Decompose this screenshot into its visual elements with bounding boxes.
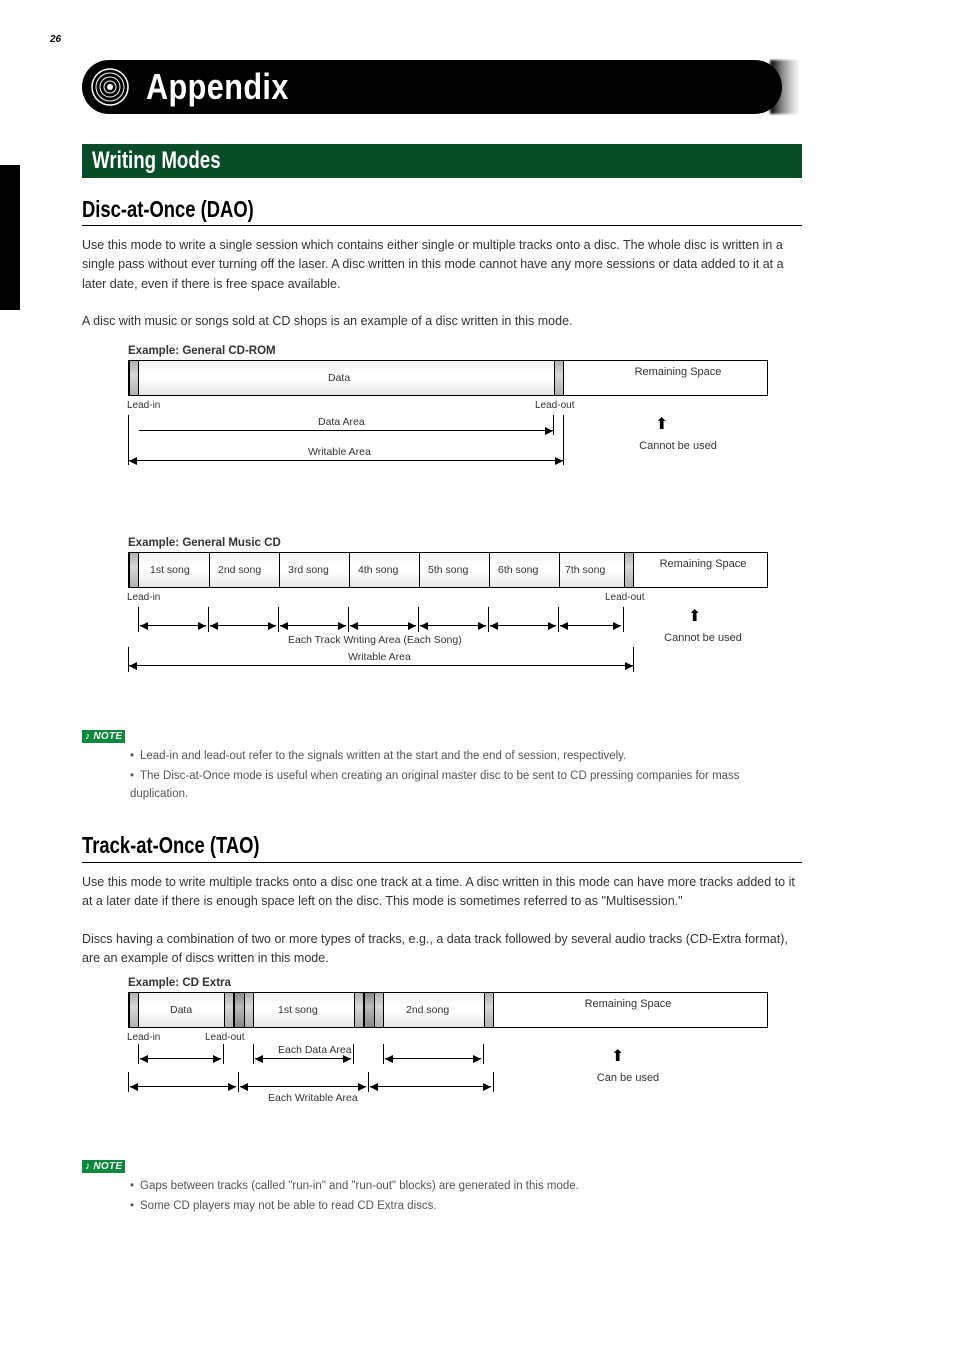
side-tab bbox=[0, 165, 20, 310]
tao-note: NOTE bbox=[82, 1160, 802, 1173]
tao-para1: Use this mode to write multiple tracks o… bbox=[82, 873, 802, 912]
heading-dao: Disc-at-Once (DAO) bbox=[82, 196, 254, 223]
dao-para2: A disc with music or songs sold at CD sh… bbox=[82, 312, 802, 331]
up-arrow-icon: ⬆ bbox=[655, 414, 668, 434]
tao-note-items: •Gaps between tracks (called "run-in" an… bbox=[130, 1178, 800, 1218]
note-badge: NOTE bbox=[82, 1160, 125, 1173]
underline bbox=[82, 862, 802, 863]
header-title: Appendix bbox=[146, 66, 289, 108]
page-number: 26 bbox=[50, 34, 61, 45]
heading-tao: Track-at-Once (TAO) bbox=[82, 832, 260, 859]
tao-d-title: Example: CD Extra bbox=[128, 977, 231, 989]
disc-icon bbox=[90, 67, 130, 107]
tao-para2: Discs having a combination of two or mor… bbox=[82, 930, 802, 969]
dao-para1: Use this mode to write a single session … bbox=[82, 236, 802, 294]
section-writing-modes: Writing Modes bbox=[82, 144, 802, 178]
dao-diagram-1: Data Lead-in Lead-out Remaining Space ⬆ … bbox=[128, 360, 768, 480]
dao-d2-title: Example: General Music CD bbox=[128, 537, 281, 549]
dao-note-items: •Lead-in and lead-out refer to the signa… bbox=[130, 748, 800, 805]
underline bbox=[82, 225, 802, 226]
up-arrow-icon: ⬆ bbox=[611, 1046, 624, 1066]
dao-diagram-2: 1st song 2nd song 3rd song 4th song 5th … bbox=[128, 552, 768, 692]
up-arrow-icon: ⬆ bbox=[688, 606, 701, 626]
tao-diagram: Data 1st song 2nd song Lead-in Lead-out … bbox=[128, 992, 768, 1132]
dao-d1-title: Example: General CD-ROM bbox=[128, 345, 276, 357]
page-header: Appendix bbox=[82, 60, 782, 114]
note-badge: NOTE bbox=[82, 730, 125, 743]
dao-note: NOTE bbox=[82, 730, 802, 743]
